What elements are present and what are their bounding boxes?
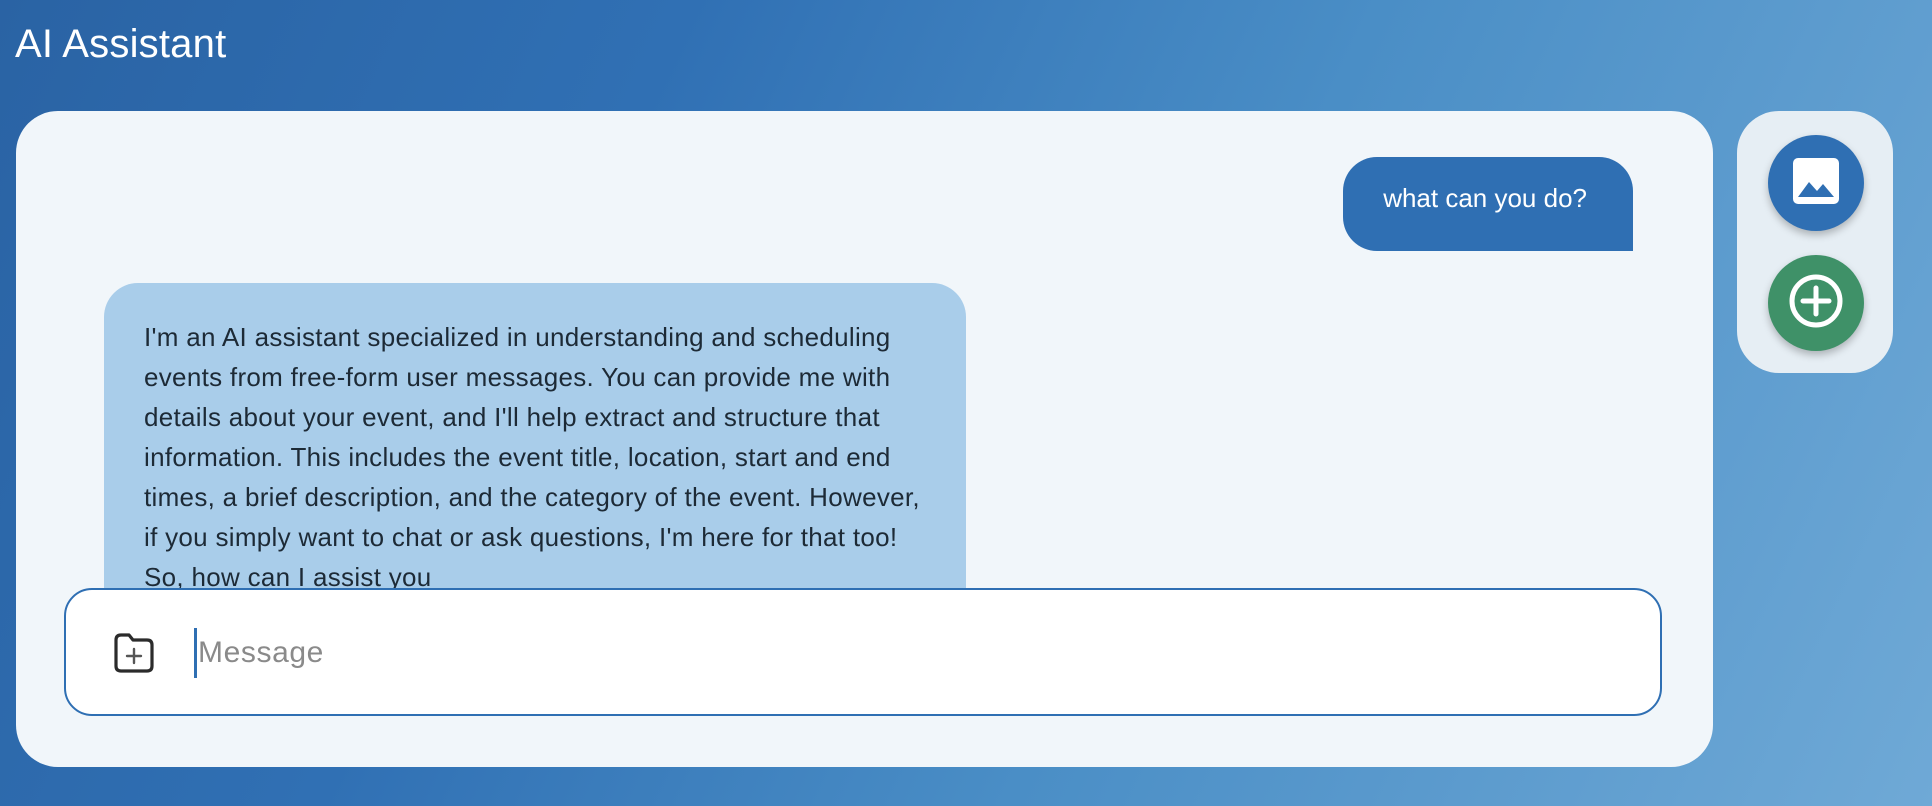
message-input[interactable] [198,618,1578,688]
image-button[interactable] [1768,135,1864,231]
plus-circle-icon [1788,273,1844,334]
chat-panel: what can you do? I'm an AI assistant spe… [16,111,1713,767]
text-caret [194,628,197,678]
image-icon [1791,156,1841,211]
app-title: AI Assistant [15,22,227,66]
add-button[interactable] [1768,255,1864,351]
message-composer [64,588,1662,716]
assistant-message-bubble: I'm an AI assistant specialized in under… [104,283,966,589]
folder-add-icon[interactable] [110,630,158,676]
message-list[interactable]: what can you do? I'm an AI assistant spe… [16,111,1713,589]
side-action-panel [1737,111,1893,373]
user-message-bubble: what can you do? [1343,157,1633,251]
